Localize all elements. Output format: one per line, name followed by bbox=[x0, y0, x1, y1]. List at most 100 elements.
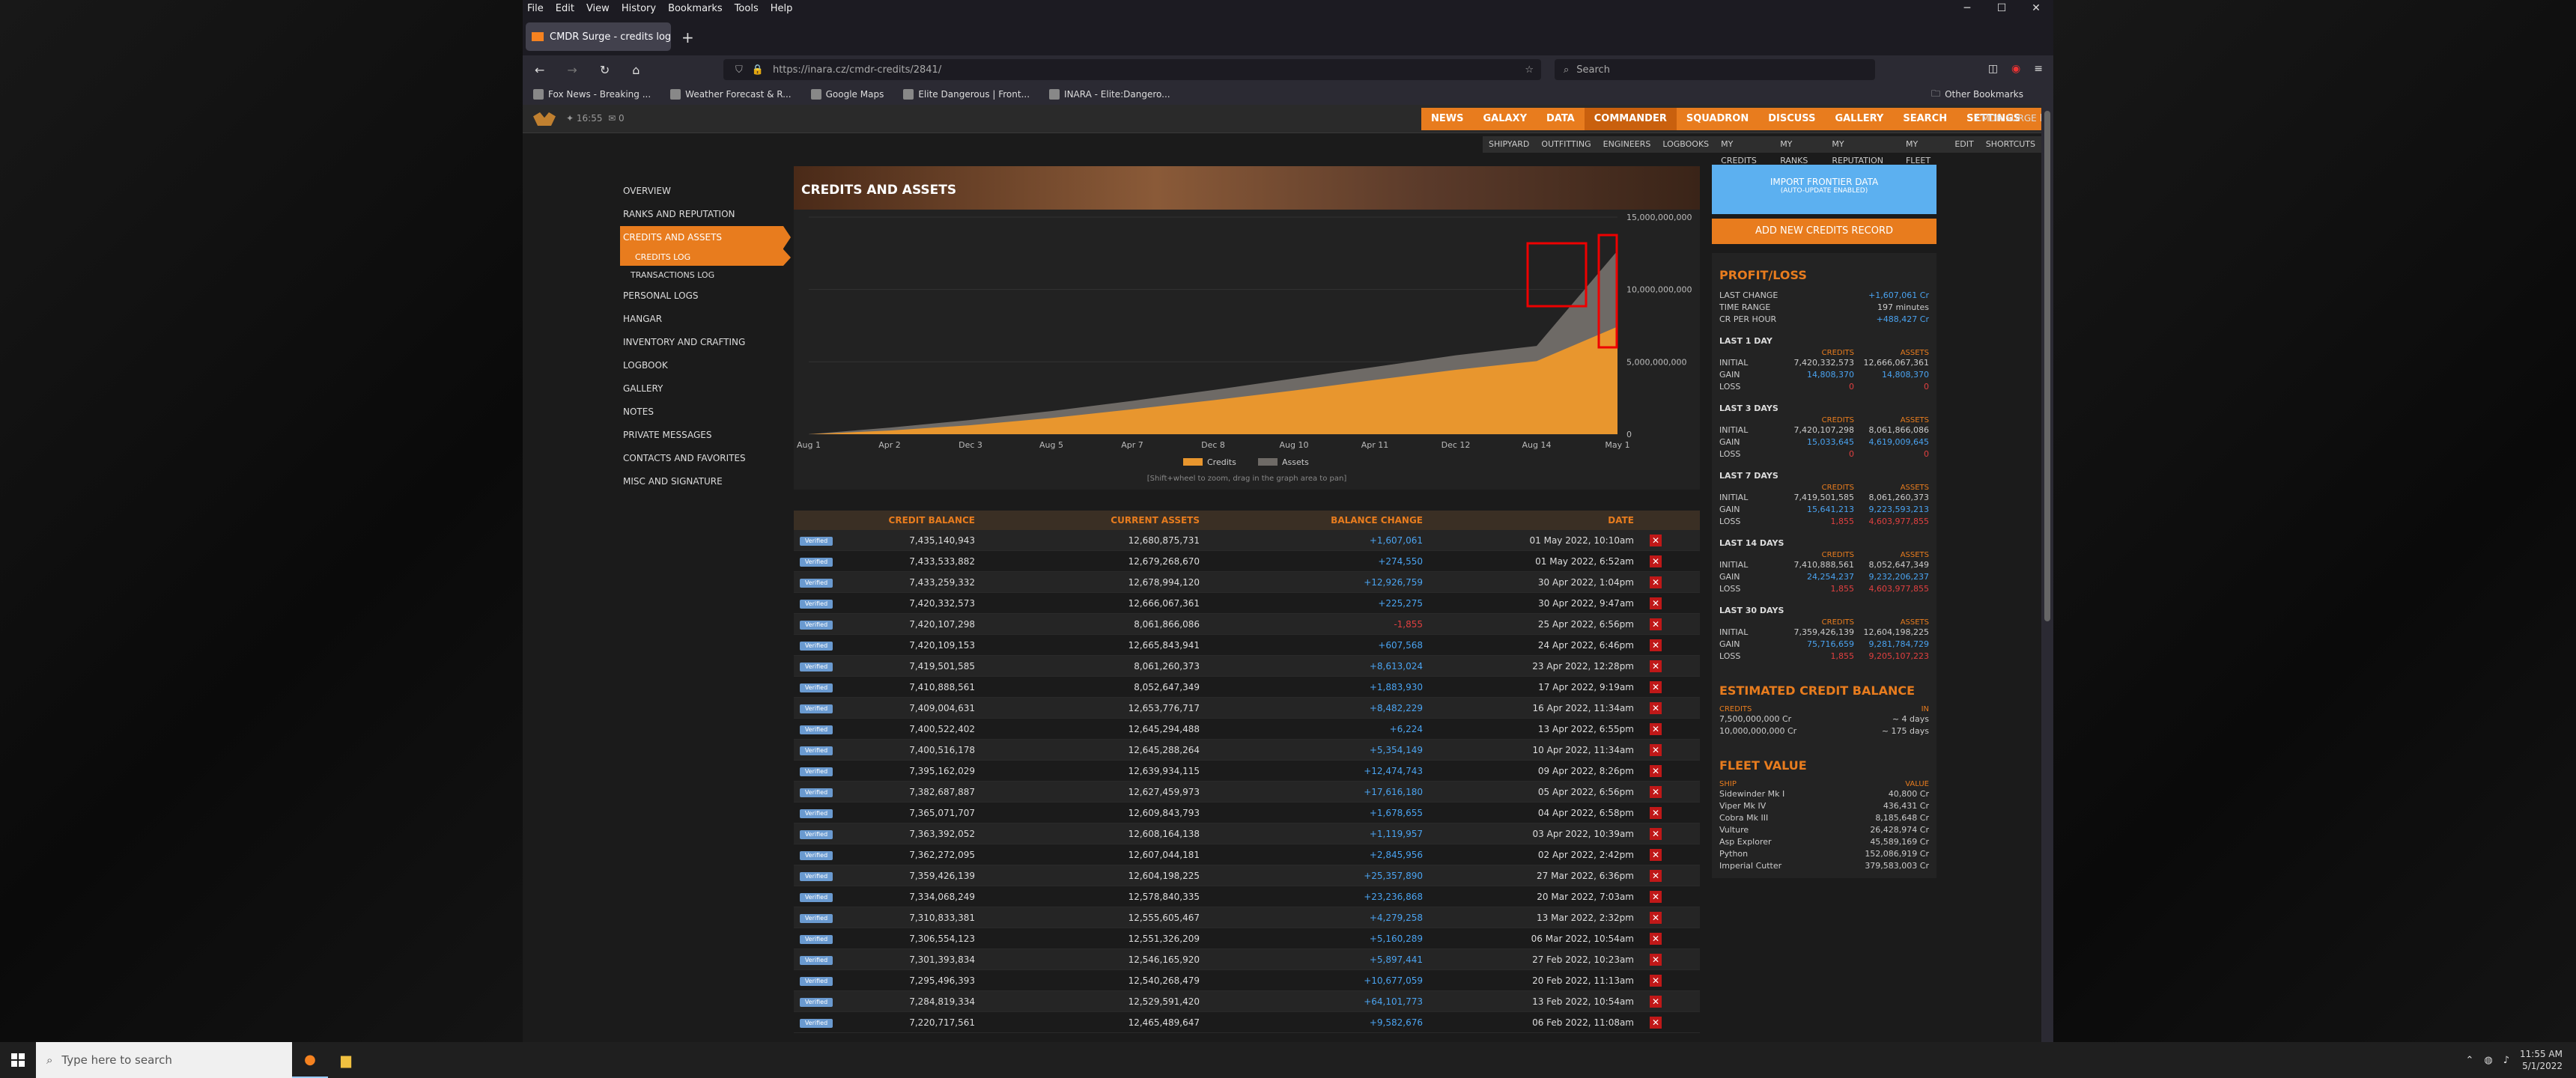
delete-icon[interactable]: ✕ bbox=[1650, 785, 1662, 798]
delete-icon[interactable]: ✕ bbox=[1650, 576, 1662, 588]
subnav-outfitting[interactable]: OUTFITTING bbox=[1535, 136, 1597, 153]
hamburger-menu-icon[interactable]: ≡ bbox=[2034, 63, 2043, 75]
cmdr-name[interactable]: CMDR SURGE bbox=[1975, 113, 2037, 124]
volume-icon[interactable]: ♪ bbox=[2503, 1055, 2509, 1066]
subnav-shortcuts[interactable]: SHORTCUTS bbox=[1980, 136, 2041, 153]
nav-discuss[interactable]: DISCUSS bbox=[1758, 108, 1825, 130]
menu-view[interactable]: View bbox=[586, 3, 610, 14]
bookmark-item[interactable]: Fox News - Breaking ... bbox=[533, 89, 651, 100]
scroll-thumb[interactable] bbox=[2044, 111, 2050, 621]
bookmark-item[interactable]: Weather Forecast & R... bbox=[670, 89, 792, 100]
lock-icon[interactable]: 🔒 bbox=[752, 64, 764, 76]
delete-icon[interactable]: ✕ bbox=[1650, 639, 1662, 651]
delete-icon[interactable]: ✕ bbox=[1650, 890, 1662, 903]
sidebar-item-contacts-and-favorites[interactable]: CONTACTS AND FAVORITES bbox=[620, 447, 791, 470]
delete-icon[interactable]: ✕ bbox=[1650, 827, 1662, 840]
sidebar-item-hangar[interactable]: HANGAR bbox=[620, 308, 791, 331]
bookmark-item[interactable]: INARA - Elite:Dangero... bbox=[1049, 89, 1170, 100]
subnav-edit[interactable]: EDIT bbox=[1948, 136, 1979, 153]
import-frontier-button[interactable]: IMPORT FRONTIER DATA (AUTO-UPDATE ENABLE… bbox=[1712, 165, 1936, 214]
col-date[interactable]: DATE bbox=[1423, 515, 1634, 526]
nav-commander[interactable]: COMMANDER bbox=[1584, 108, 1677, 130]
subnav-my-reputation[interactable]: MY REPUTATION bbox=[1826, 136, 1900, 165]
delete-icon[interactable]: ✕ bbox=[1650, 618, 1662, 630]
chart-svg[interactable]: 0 5,000,000,000 10,000,000,000 15,000,000,0… bbox=[794, 210, 1700, 490]
start-button[interactable] bbox=[0, 1042, 36, 1078]
search-input[interactable]: ⌕ Search bbox=[1555, 59, 1875, 80]
sidebar-item-overview[interactable]: OVERVIEW bbox=[620, 180, 791, 203]
taskbar-search[interactable]: ⌕ Type here to search bbox=[36, 1042, 292, 1078]
home-icon[interactable]: ⌂ bbox=[632, 63, 640, 77]
delete-icon[interactable]: ✕ bbox=[1650, 932, 1662, 945]
delete-icon[interactable]: ✕ bbox=[1650, 1016, 1662, 1029]
pocket-icon[interactable]: ◫ bbox=[1988, 63, 1998, 75]
subnav-my-ranks[interactable]: MY RANKS bbox=[1774, 136, 1826, 165]
sidebar-item-ranks-and-reputation[interactable]: RANKS AND REPUTATION bbox=[620, 203, 791, 226]
credits-chart[interactable]: 0 5,000,000,000 10,000,000,000 15,000,000,0… bbox=[794, 210, 1700, 490]
bookmark-item[interactable]: Elite Dangerous | Front... bbox=[903, 89, 1030, 100]
delete-icon[interactable]: ✕ bbox=[1650, 764, 1662, 777]
nav-data[interactable]: DATA bbox=[1537, 108, 1585, 130]
minimize-icon[interactable]: ─ bbox=[1950, 0, 1984, 16]
subnav-my-credits[interactable]: MY CREDITS bbox=[1715, 136, 1774, 165]
menu-tools[interactable]: Tools bbox=[735, 3, 759, 14]
sidebar-item-transactions-log[interactable]: TRANSACTIONS LOG bbox=[620, 266, 791, 284]
delete-icon[interactable]: ✕ bbox=[1650, 555, 1662, 567]
tray-chevron-icon[interactable]: ⌃ bbox=[2465, 1055, 2473, 1066]
delete-icon[interactable]: ✕ bbox=[1650, 597, 1662, 609]
col-credit-balance[interactable]: CREDIT BALANCE bbox=[840, 515, 975, 526]
delete-icon[interactable]: ✕ bbox=[1650, 660, 1662, 672]
sidebar-item-private-messages[interactable]: PRIVATE MESSAGES bbox=[620, 424, 791, 447]
forward-icon[interactable]: → bbox=[567, 63, 577, 77]
menu-history[interactable]: History bbox=[622, 3, 656, 14]
nav-gallery[interactable]: GALLERY bbox=[1825, 108, 1893, 130]
sidebar-item-gallery[interactable]: GALLERY bbox=[620, 377, 791, 401]
bookmark-item[interactable]: Google Maps bbox=[810, 89, 884, 100]
bookmark-star-icon[interactable]: ☆ bbox=[1525, 64, 1534, 76]
subnav-my-fleet[interactable]: MY FLEET bbox=[1900, 136, 1948, 165]
delete-icon[interactable]: ✕ bbox=[1650, 911, 1662, 924]
nav-galaxy[interactable]: GALAXY bbox=[1473, 108, 1537, 130]
shield-icon[interactable]: ⛉ bbox=[735, 64, 743, 76]
sidebar-item-misc-and-signature[interactable]: MISC AND SIGNATURE bbox=[620, 470, 791, 493]
nav-search[interactable]: SEARCH bbox=[1893, 108, 1957, 130]
delete-icon[interactable]: ✕ bbox=[1650, 848, 1662, 861]
subnav-logbooks[interactable]: LOGBOOKS bbox=[1656, 136, 1715, 153]
delete-icon[interactable]: ✕ bbox=[1650, 869, 1662, 882]
delete-icon[interactable]: ✕ bbox=[1650, 701, 1662, 714]
delete-icon[interactable]: ✕ bbox=[1650, 953, 1662, 966]
subnav-engineers[interactable]: ENGINEERS bbox=[1597, 136, 1657, 153]
back-icon[interactable]: ← bbox=[535, 63, 544, 77]
subnav-shipyard[interactable]: SHIPYARD bbox=[1483, 136, 1535, 153]
delete-icon[interactable]: ✕ bbox=[1650, 534, 1662, 546]
col-balance-change[interactable]: BALANCE CHANGE bbox=[1200, 515, 1423, 526]
add-credits-record-button[interactable]: ADD NEW CREDITS RECORD bbox=[1712, 219, 1936, 244]
other-bookmarks[interactable]: 🗀 Other Bookmarks bbox=[1931, 87, 2023, 103]
delete-icon[interactable]: ✕ bbox=[1650, 995, 1662, 1008]
sidebar-item-logbook[interactable]: LOGBOOK bbox=[620, 354, 791, 377]
menu-help[interactable]: Help bbox=[771, 3, 793, 14]
sidebar-item-personal-logs[interactable]: PERSONAL LOGS bbox=[620, 284, 791, 308]
url-bar[interactable]: ⛉ 🔒 https://inara.cz/cmdr-credits/2841/ … bbox=[723, 59, 1541, 80]
extension-icon[interactable]: ◉ bbox=[2011, 63, 2020, 75]
delete-icon[interactable]: ✕ bbox=[1650, 722, 1662, 735]
sidebar-item-credits-and-assets[interactable]: CREDITS AND ASSETS bbox=[620, 226, 791, 249]
inara-logo[interactable] bbox=[533, 112, 556, 126]
menu-edit[interactable]: Edit bbox=[556, 3, 574, 14]
tab-inara[interactable]: CMDR Surge - credits log | INARA ✕ bbox=[526, 22, 671, 51]
delete-icon[interactable]: ✕ bbox=[1650, 743, 1662, 756]
reload-icon[interactable]: ↻ bbox=[600, 63, 610, 77]
sidebar-item-notes[interactable]: NOTES bbox=[620, 401, 791, 424]
nav-squadron[interactable]: SQUADRON bbox=[1677, 108, 1758, 130]
delete-icon[interactable]: ✕ bbox=[1650, 680, 1662, 693]
sidebar-item-credits-log[interactable]: CREDITS LOG bbox=[620, 249, 791, 266]
page-scrollbar[interactable] bbox=[2041, 105, 2053, 1042]
firefox-taskbar-icon[interactable]: ● bbox=[292, 1042, 328, 1078]
clock[interactable]: 11:55 AM 5/1/2022 bbox=[2520, 1048, 2563, 1072]
menu-file[interactable]: File bbox=[527, 3, 544, 14]
network-icon[interactable]: ◍ bbox=[2484, 1055, 2492, 1066]
col-current-assets[interactable]: CURRENT ASSETS bbox=[975, 515, 1200, 526]
delete-icon[interactable]: ✕ bbox=[1650, 974, 1662, 987]
delete-icon[interactable]: ✕ bbox=[1650, 806, 1662, 819]
nav-news[interactable]: NEWS bbox=[1421, 108, 1473, 130]
